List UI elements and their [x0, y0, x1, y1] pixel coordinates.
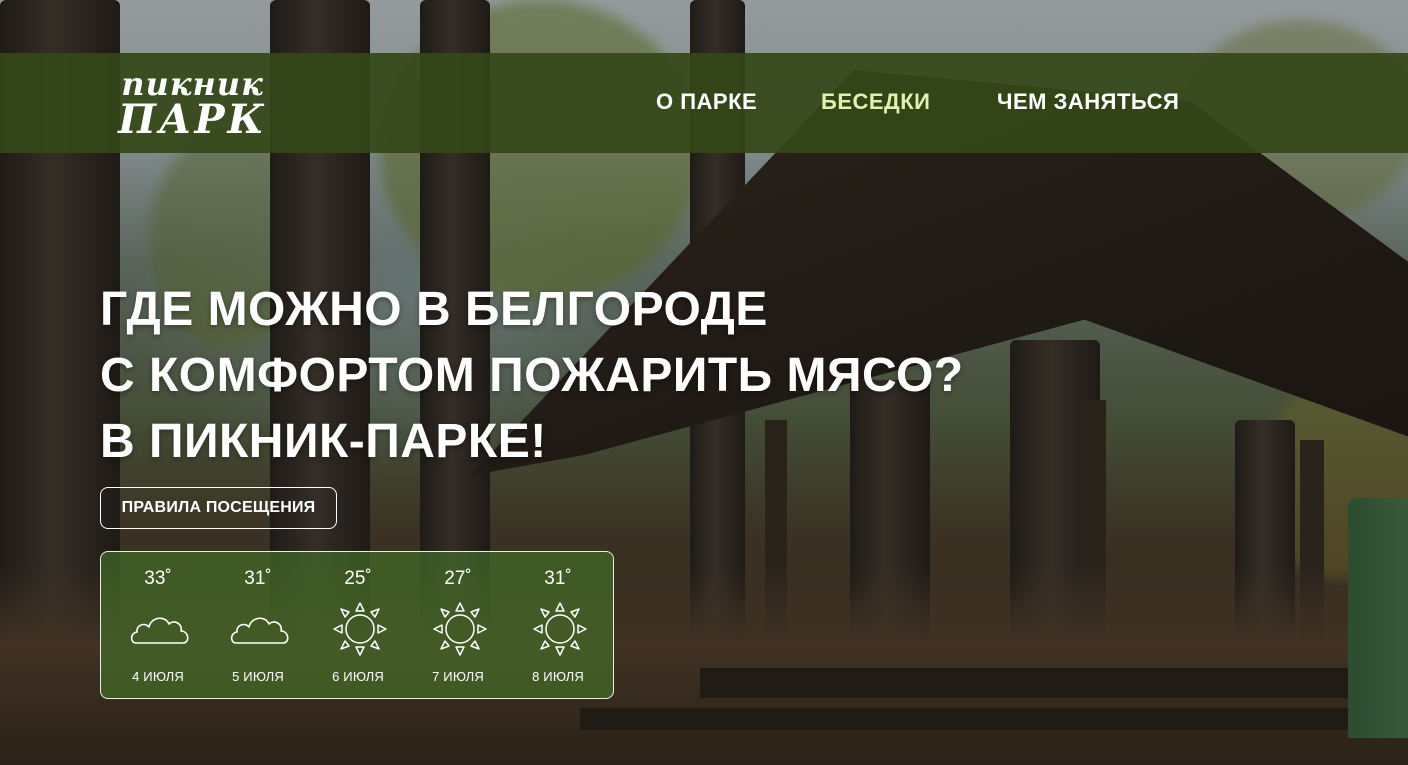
- nav-link-gazebos[interactable]: БЕСЕДКИ: [821, 89, 930, 115]
- logo-line-2: ПАРК: [118, 96, 267, 143]
- weather-temp: 33˚: [144, 568, 172, 589]
- weather-temp: 27˚: [444, 568, 472, 589]
- weather-temp: 31˚: [244, 568, 272, 589]
- hero-title-line-2: С КОМФОРТОМ ПОЖАРИТЬ МЯСО?: [100, 349, 964, 402]
- sun-icon: [433, 602, 487, 656]
- hero-title: ГДЕ МОЖНО В БЕЛГОРОДЕ С КОМФОРТОМ ПОЖАРИ…: [100, 277, 964, 475]
- weather-date: 5 ИЮЛЯ: [232, 669, 284, 684]
- weather-date: 8 ИЮЛЯ: [532, 669, 584, 684]
- weather-date: 4 ИЮЛЯ: [132, 669, 184, 684]
- weather-day: 27˚ 7 ИЮЛЯ: [408, 552, 508, 700]
- sun-icon: [333, 602, 387, 656]
- visit-rules-button[interactable]: ПРАВИЛА ПОСЕЩЕНИЯ: [100, 487, 337, 529]
- weather-date: 7 ИЮЛЯ: [432, 669, 484, 684]
- hero-title-line-3: В ПИКНИК-ПАРКЕ!: [100, 415, 547, 468]
- weather-day: 31˚ 5 ИЮЛЯ: [208, 552, 308, 700]
- sun-icon: [533, 602, 587, 656]
- cloud-icon: [230, 617, 289, 644]
- weather-day: 31˚ 8 ИЮЛЯ: [508, 552, 608, 700]
- cloud-icon: [130, 617, 189, 644]
- weather-forecast: 33˚ 4 ИЮЛЯ 31˚ 5 ИЮЛЯ 25˚ 6 ИЮЛЯ 27˚ 7 И…: [100, 551, 614, 699]
- nav-link-activities[interactable]: ЧЕМ ЗАНЯТЬСЯ: [997, 89, 1179, 115]
- weather-temp: 31˚: [544, 568, 572, 589]
- site-header: пикник ПАРК О ПАРКЕ БЕСЕДКИ ЧЕМ ЗАНЯТЬСЯ: [0, 53, 1408, 153]
- weather-day: 33˚ 4 ИЮЛЯ: [108, 552, 208, 700]
- weather-day: 25˚ 6 ИЮЛЯ: [308, 552, 408, 700]
- weather-temp: 25˚: [344, 568, 372, 589]
- hero-title-line-1: ГДЕ МОЖНО В БЕЛГОРОДЕ: [100, 283, 768, 336]
- nav-link-about[interactable]: О ПАРКЕ: [656, 89, 757, 115]
- site-logo[interactable]: пикник ПАРК: [100, 66, 285, 143]
- weather-date: 6 ИЮЛЯ: [332, 669, 384, 684]
